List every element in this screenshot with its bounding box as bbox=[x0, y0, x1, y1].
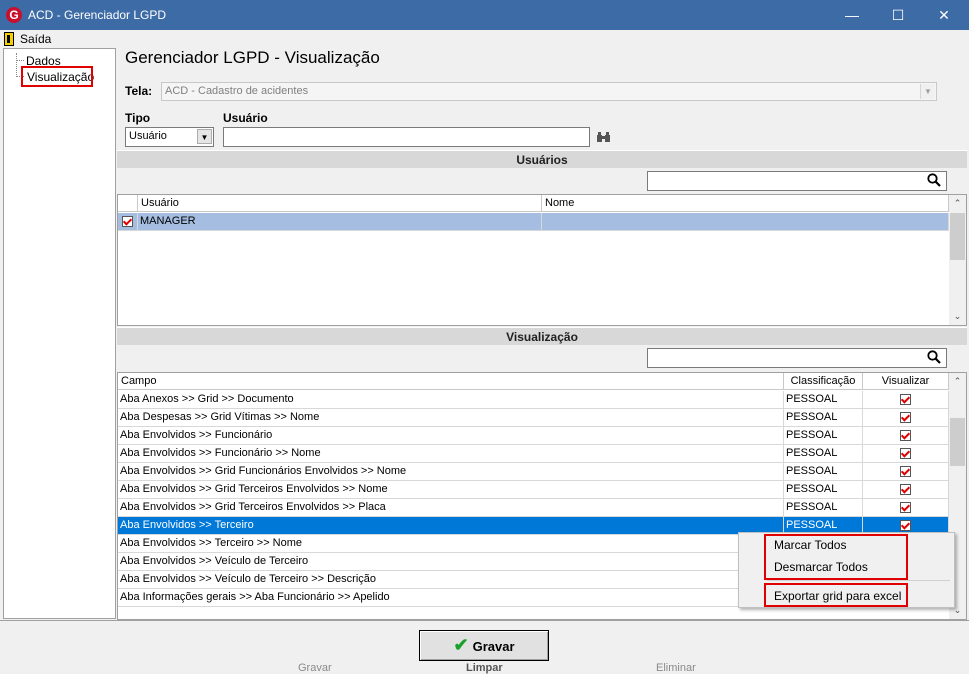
context-menu: Marcar Todos Desmarcar Todos Exportar gr… bbox=[738, 532, 955, 608]
table-row[interactable]: Aba Envolvidos >> Funcionário PESSOAL bbox=[118, 427, 949, 445]
cell-campo: Aba Informações gerais >> Aba Funcionári… bbox=[118, 589, 784, 607]
grid-header-nome[interactable]: Nome bbox=[542, 195, 949, 212]
ghost-text: Limpar bbox=[466, 662, 503, 674]
usuarios-grid: Usuário Nome MANAGER ⌃ ⌄ bbox=[117, 194, 967, 326]
tipo-label: Tipo bbox=[125, 111, 151, 125]
grid-header-campo[interactable]: Campo bbox=[118, 373, 784, 390]
search-icon[interactable] bbox=[927, 350, 941, 364]
cell-visualizar bbox=[863, 427, 949, 445]
menu-bar: Saída bbox=[0, 30, 969, 48]
usuarios-scrollbar[interactable]: ⌃ ⌄ bbox=[949, 195, 966, 325]
cell-visualizar bbox=[863, 481, 949, 499]
scroll-down-icon[interactable]: ⌄ bbox=[949, 308, 966, 325]
cell-classificacao: PESSOAL bbox=[784, 409, 863, 427]
cell-campo: Aba Envolvidos >> Veículo de Terceiro bbox=[118, 553, 784, 571]
ghost-text: Eliminar bbox=[656, 662, 696, 674]
table-row[interactable]: Aba Envolvidos >> Grid Terceiros Envolvi… bbox=[118, 481, 949, 499]
visualizar-checkbox[interactable] bbox=[900, 520, 911, 531]
cell-campo: Aba Envolvidos >> Veículo de Terceiro >>… bbox=[118, 571, 784, 589]
gravar-label: Gravar bbox=[472, 639, 515, 654]
table-row[interactable]: Aba Envolvidos >> Grid Terceiros Envolvi… bbox=[118, 499, 949, 517]
visualizacao-search-input[interactable] bbox=[647, 348, 947, 368]
cell-campo: Aba Envolvidos >> Grid Terceiros Envolvi… bbox=[118, 481, 784, 499]
binoculars-search-icon[interactable] bbox=[597, 132, 610, 145]
table-row[interactable]: MANAGER bbox=[118, 213, 949, 231]
usuario-input[interactable] bbox=[223, 127, 590, 147]
tipo-select[interactable]: Usuário ▼ bbox=[125, 127, 214, 147]
scrollbar-thumb[interactable] bbox=[950, 418, 965, 466]
cell-nome bbox=[542, 213, 949, 231]
chevron-down-icon: ▼ bbox=[197, 129, 212, 144]
table-row[interactable]: Aba Anexos >> Grid >> Documento PESSOAL bbox=[118, 391, 949, 409]
tela-combo[interactable]: ACD - Cadastro de acidentes ▼ bbox=[161, 82, 937, 101]
tela-label: Tela: bbox=[125, 84, 153, 98]
checkmark-icon: ✔ bbox=[453, 635, 469, 655]
minimize-button[interactable]: — bbox=[829, 0, 875, 30]
window-title: ACD - Gerenciador LGPD bbox=[28, 8, 167, 22]
navigation-tree: Dados Visualização bbox=[3, 48, 116, 619]
cell-campo: Aba Envolvidos >> Funcionário >> Nome bbox=[118, 445, 784, 463]
cell-classificacao: PESSOAL bbox=[784, 445, 863, 463]
visualizar-checkbox[interactable] bbox=[900, 412, 911, 423]
grid-header-classificacao[interactable]: Classificação bbox=[784, 373, 863, 390]
cell-classificacao: PESSOAL bbox=[784, 463, 863, 481]
cell-visualizar bbox=[863, 499, 949, 517]
cell-classificacao: PESSOAL bbox=[784, 427, 863, 445]
cell-classificacao: PESSOAL bbox=[784, 391, 863, 409]
table-row[interactable]: Aba Envolvidos >> Grid Funcionários Envo… bbox=[118, 463, 949, 481]
chevron-down-icon: ▼ bbox=[920, 84, 935, 99]
menu-separator bbox=[767, 580, 950, 581]
title-bar: G ACD - Gerenciador LGPD — ☐ ✕ bbox=[0, 0, 969, 30]
cell-campo: Aba Envolvidos >> Terceiro >> Nome bbox=[118, 535, 784, 553]
exit-door-icon bbox=[4, 32, 14, 46]
cell-campo: Aba Envolvidos >> Terceiro bbox=[118, 517, 784, 535]
row-checkbox[interactable] bbox=[122, 216, 133, 227]
visualizacao-section-header: Visualização bbox=[117, 327, 967, 345]
menu-exit[interactable]: Saída bbox=[20, 32, 51, 46]
gravar-button[interactable]: ✔ Gravar bbox=[419, 630, 549, 661]
scroll-up-icon[interactable]: ⌃ bbox=[949, 373, 966, 390]
close-button[interactable]: ✕ bbox=[921, 0, 967, 30]
tela-value: ACD - Cadastro de acidentes bbox=[165, 85, 309, 97]
grid-header-usuario[interactable]: Usuário bbox=[138, 195, 542, 212]
cell-usuario: MANAGER bbox=[138, 213, 542, 231]
app-logo-icon: G bbox=[6, 7, 22, 23]
highlight-box bbox=[764, 534, 908, 580]
highlight-box bbox=[764, 583, 908, 607]
cell-visualizar bbox=[863, 445, 949, 463]
usuarios-search-input[interactable] bbox=[647, 171, 947, 191]
cell-campo: Aba Envolvidos >> Grid Terceiros Envolvi… bbox=[118, 499, 784, 517]
visualizar-checkbox[interactable] bbox=[900, 394, 911, 405]
highlight-box bbox=[21, 66, 93, 87]
cell-visualizar bbox=[863, 391, 949, 409]
maximize-button[interactable]: ☐ bbox=[875, 0, 921, 30]
tipo-value: Usuário bbox=[129, 130, 167, 142]
table-row[interactable]: Aba Envolvidos >> Funcionário >> Nome PES… bbox=[118, 445, 949, 463]
page-title: Gerenciador LGPD - Visualização bbox=[125, 48, 380, 67]
cell-campo: Aba Envolvidos >> Funcionário bbox=[118, 427, 784, 445]
search-icon[interactable] bbox=[927, 173, 941, 187]
visualizar-checkbox[interactable] bbox=[900, 484, 911, 495]
visualizar-checkbox[interactable] bbox=[900, 448, 911, 459]
table-row[interactable]: Aba Despesas >> Grid Vítimas >> Nome PESS… bbox=[118, 409, 949, 427]
grid-header-check bbox=[118, 195, 138, 212]
cell-classificacao: PESSOAL bbox=[784, 499, 863, 517]
visualizar-checkbox[interactable] bbox=[900, 502, 911, 513]
grid-header-visualizar[interactable]: Visualizar bbox=[863, 373, 949, 390]
cell-campo: Aba Envolvidos >> Grid Funcionários Envo… bbox=[118, 463, 784, 481]
cell-campo: Aba Despesas >> Grid Vítimas >> Nome bbox=[118, 409, 784, 427]
visualizar-checkbox[interactable] bbox=[900, 430, 911, 441]
cell-campo: Aba Anexos >> Grid >> Documento bbox=[118, 391, 784, 409]
cell-visualizar bbox=[863, 409, 949, 427]
usuario-label: Usuário bbox=[223, 111, 268, 125]
cell-visualizar bbox=[863, 463, 949, 481]
scrollbar-thumb[interactable] bbox=[950, 213, 965, 260]
usuarios-section-header: Usuários bbox=[117, 150, 967, 168]
ghost-text: Gravar bbox=[298, 662, 332, 674]
cell-classificacao: PESSOAL bbox=[784, 481, 863, 499]
scroll-up-icon[interactable]: ⌃ bbox=[949, 195, 966, 212]
visualizar-checkbox[interactable] bbox=[900, 466, 911, 477]
